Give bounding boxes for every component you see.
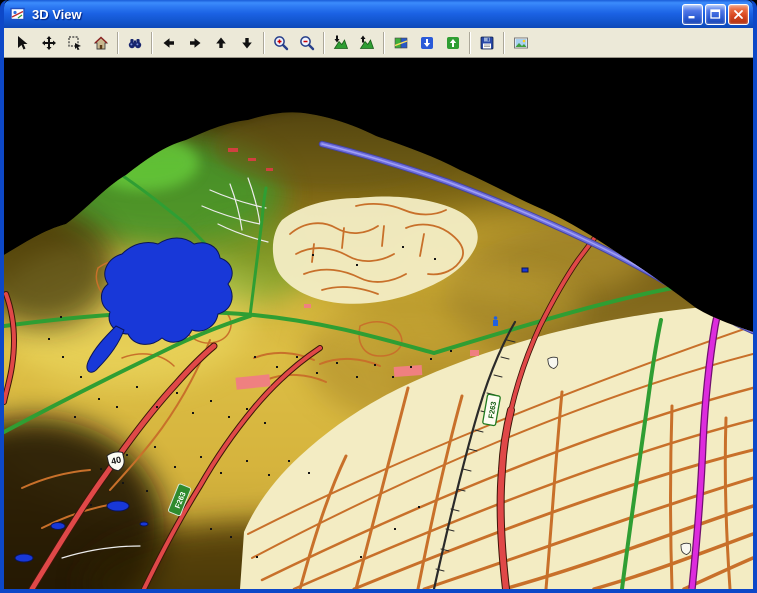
app-window: 3D View	[0, 0, 757, 593]
toolbar	[4, 28, 753, 58]
increase-exaggeration-button[interactable]	[440, 30, 466, 56]
pan-down-button[interactable]	[234, 30, 260, 56]
binoculars-icon	[127, 35, 143, 51]
decrease-exaggeration-button[interactable]	[414, 30, 440, 56]
minimize-button[interactable]	[682, 4, 703, 25]
drag-region-icon	[67, 35, 83, 51]
route-shield-label: 40	[110, 455, 122, 467]
arrow-up-icon	[213, 35, 229, 51]
poi-marker-blue	[493, 316, 498, 326]
toolbar-separator	[383, 32, 385, 54]
copy-image-button[interactable]	[508, 30, 534, 56]
magnifier-minus-icon	[299, 35, 315, 51]
toolbar-separator	[151, 32, 153, 54]
picture-icon	[513, 35, 529, 51]
map-document-icon[interactable]	[10, 6, 27, 22]
pan-left-button[interactable]	[156, 30, 182, 56]
lower-viewpoint-button[interactable]	[328, 30, 354, 56]
title-bar: 3D View	[4, 0, 753, 28]
select-tool-button[interactable]	[10, 30, 36, 56]
four-way-arrows-icon	[41, 35, 57, 51]
save-button[interactable]	[474, 30, 500, 56]
close-icon	[733, 9, 744, 20]
terrain-3d-scene: 40 F263 F263	[4, 58, 753, 589]
window-title: 3D View	[32, 7, 680, 22]
green-arrow-up-icon	[445, 35, 461, 51]
arrow-right-icon	[187, 35, 203, 51]
reset-view-button[interactable]	[88, 30, 114, 56]
find-button[interactable]	[122, 30, 148, 56]
toolbar-separator	[469, 32, 471, 54]
pan-right-button[interactable]	[182, 30, 208, 56]
home-icon	[93, 35, 109, 51]
toolbar-separator	[323, 32, 325, 54]
map-detail-button[interactable]	[388, 30, 414, 56]
blue-arrow-down-icon	[419, 35, 435, 51]
map-detail-icon	[393, 35, 409, 51]
zoom-in-button[interactable]	[268, 30, 294, 56]
magnifier-plus-icon	[273, 35, 289, 51]
toolbar-separator	[117, 32, 119, 54]
maximize-button[interactable]	[705, 4, 726, 25]
toolbar-separator	[263, 32, 265, 54]
floppy-disk-icon	[479, 35, 495, 51]
minimize-icon	[687, 9, 698, 20]
terrain-arrow-down-icon	[333, 35, 349, 51]
close-button[interactable]	[728, 4, 749, 25]
raise-viewpoint-button[interactable]	[354, 30, 380, 56]
arrow-down-icon	[239, 35, 255, 51]
drag-region-button[interactable]	[62, 30, 88, 56]
map-viewport-3d[interactable]: 40 F263 F263	[4, 58, 753, 589]
pointer-arrow-icon	[15, 35, 31, 51]
terrain-arrow-up-icon	[359, 35, 375, 51]
maximize-icon	[710, 9, 721, 20]
pan-up-button[interactable]	[208, 30, 234, 56]
pan-tool-button[interactable]	[36, 30, 62, 56]
arrow-left-icon	[161, 35, 177, 51]
map-document-icon-glyph	[10, 6, 26, 22]
toolbar-separator	[503, 32, 505, 54]
zoom-out-button[interactable]	[294, 30, 320, 56]
